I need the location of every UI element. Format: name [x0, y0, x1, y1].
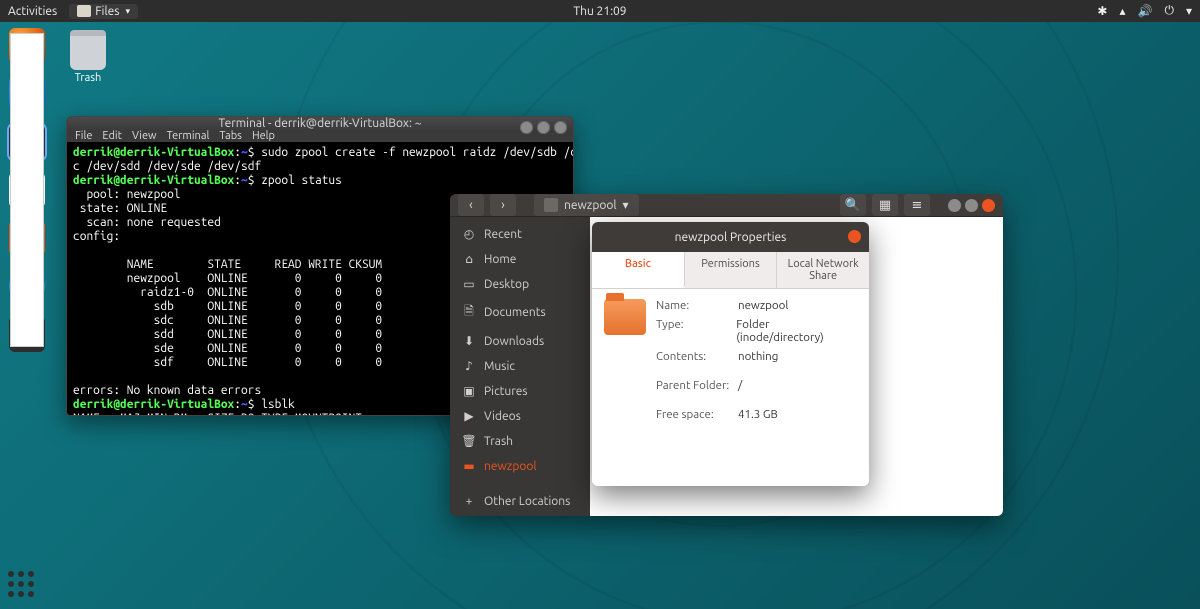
terminal-title-text: Terminal - derrik@derrik-VirtualBox: ~	[219, 117, 422, 130]
sidebar-item-newzpool[interactable]: ▬newzpool	[450, 455, 590, 477]
terminal-maximize-button[interactable]	[537, 121, 550, 134]
label-free-space: Free space:	[656, 408, 738, 421]
properties-close-button[interactable]	[848, 230, 861, 243]
path-caret-icon: ▾	[623, 198, 629, 212]
videos-icon: ▶	[462, 409, 476, 423]
show-applications-button[interactable]	[8, 571, 38, 601]
trash-label: Trash	[75, 72, 102, 84]
terminal-minimize-button[interactable]	[520, 121, 533, 134]
sidebar-item-downloads[interactable]: ⬇Downloads	[450, 330, 590, 352]
appmenu-files[interactable]: Files	[69, 4, 138, 19]
files-maximize-button[interactable]	[965, 199, 978, 212]
hamburger-menu-button[interactable]: ≡	[904, 194, 930, 216]
disk-icon	[544, 198, 558, 212]
terminal-close-button[interactable]	[554, 121, 567, 134]
power-icon[interactable]: ⏻	[1164, 4, 1174, 18]
documents-icon: 🗎	[462, 302, 476, 323]
trash-icon: 🗑	[462, 434, 476, 448]
system-menu-caret[interactable]: ▾	[1186, 4, 1192, 18]
path-label: newzpool	[564, 199, 617, 212]
value-parent-folder: /	[738, 379, 742, 392]
volume-icon[interactable]: 🔊	[1138, 4, 1153, 18]
sidebar-item-home[interactable]: ⌂Home	[450, 248, 590, 270]
clock-icon: ◴	[462, 227, 476, 241]
sidebar-item-other-locations[interactable]: +Other Locations	[450, 491, 590, 512]
network-icon[interactable]: ▴	[1119, 4, 1125, 18]
home-icon: ⌂	[462, 252, 476, 266]
terminal-titlebar[interactable]: Terminal - derrik@derrik-VirtualBox: ~	[67, 117, 573, 130]
search-button[interactable]: 🔍	[840, 194, 866, 216]
label-name: Name:	[656, 299, 738, 312]
pictures-icon: ▣	[462, 384, 476, 398]
bluetooth-icon[interactable]: ✱	[1097, 4, 1107, 18]
tab-local-network-share[interactable]: Local Network Share	[777, 252, 869, 288]
music-icon: ♪	[462, 359, 476, 373]
properties-body: Name:newzpool Type:Folder (inode/directo…	[592, 289, 869, 486]
value-type: Folder (inode/directory)	[736, 318, 857, 344]
nav-forward-button[interactable]: ›	[490, 194, 516, 216]
files-sidebar: ◴Recent ⌂Home ▭Desktop 🗎Documents ⬇Downl…	[450, 217, 590, 516]
downloads-icon: ⬇	[462, 334, 476, 348]
top-panel: Activities Files Thu 21:09 ✱ ▴ 🔊 ⏻ ▾	[0, 0, 1200, 22]
properties-title-text: newzpool Properties	[675, 231, 787, 244]
plus-icon: +	[462, 495, 476, 508]
menu-terminal[interactable]: Terminal	[167, 130, 210, 142]
label-contents: Contents:	[656, 350, 738, 363]
menu-file[interactable]: File	[75, 130, 92, 142]
properties-tabs: Basic Permissions Local Network Share	[592, 252, 869, 289]
files-close-button[interactable]	[982, 199, 995, 212]
value-name: newzpool	[738, 299, 788, 312]
label-parent-folder: Parent Folder:	[656, 379, 738, 392]
sidebar-item-trash[interactable]: 🗑Trash	[450, 430, 590, 452]
dock-writer[interactable]	[9, 172, 45, 208]
tab-permissions[interactable]: Permissions	[685, 252, 778, 288]
desktop-icon: ▭	[462, 277, 476, 291]
sidebar-item-recent[interactable]: ◴Recent	[450, 223, 590, 245]
folder-icon: ▬	[462, 459, 476, 473]
desktop-trash[interactable]: Trash	[70, 30, 106, 84]
label-type: Type:	[656, 318, 736, 344]
menu-tabs[interactable]: Tabs	[219, 130, 242, 142]
clock[interactable]: Thu 21:09	[573, 5, 626, 18]
sidebar-item-documents[interactable]: 🗎Documents	[450, 298, 590, 327]
trash-icon	[70, 30, 106, 70]
value-contents: nothing	[738, 350, 778, 363]
tab-basic[interactable]: Basic	[592, 252, 685, 288]
properties-titlebar[interactable]: newzpool Properties	[592, 222, 869, 252]
menu-view[interactable]: View	[132, 130, 157, 142]
dock	[5, 28, 49, 352]
sidebar-item-pictures[interactable]: ▣Pictures	[450, 380, 590, 402]
activities-button[interactable]: Activities	[8, 5, 57, 18]
view-grid-button[interactable]: ▦	[872, 194, 898, 216]
path-bar[interactable]: newzpool ▾	[534, 194, 639, 216]
menu-edit[interactable]: Edit	[102, 130, 122, 142]
sidebar-item-music[interactable]: ♪Music	[450, 355, 590, 377]
value-free-space: 41.3 GB	[738, 408, 778, 421]
appmenu-files-label: Files	[95, 5, 119, 18]
menu-help[interactable]: Help	[252, 130, 275, 142]
sidebar-item-desktop[interactable]: ▭Desktop	[450, 273, 590, 295]
terminal-menubar[interactable]: File Edit View Terminal Tabs Help	[67, 130, 573, 142]
sidebar-item-videos[interactable]: ▶Videos	[450, 405, 590, 427]
folder-large-icon	[604, 299, 646, 335]
files-minimize-button[interactable]	[948, 199, 961, 212]
nav-back-button[interactable]: ‹	[458, 194, 484, 216]
properties-dialog[interactable]: newzpool Properties Basic Permissions Lo…	[592, 222, 869, 486]
files-headerbar: ‹ › newzpool ▾ 🔍 ▦ ≡	[450, 194, 1003, 217]
